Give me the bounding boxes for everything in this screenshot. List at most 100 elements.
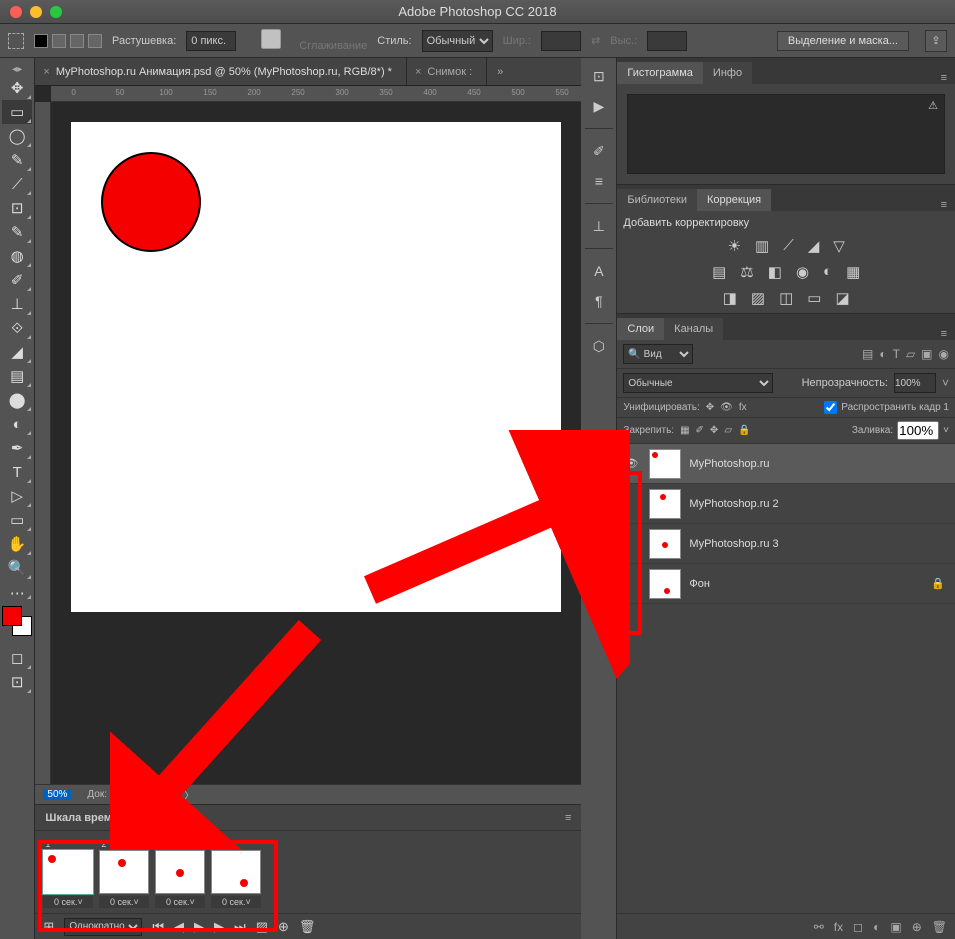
filter-shape-icon[interactable]: ▱	[906, 347, 915, 361]
tab-histogram[interactable]: Гистограмма	[617, 62, 703, 84]
timeline-frame[interactable]: 2 0 сек.˅	[99, 839, 149, 908]
color-lookup-icon[interactable]: ▦	[846, 263, 860, 281]
layer-row[interactable]: MyPhotoshop.ru 3	[617, 524, 955, 564]
color-balance-icon[interactable]: ⚖	[740, 263, 753, 281]
clone-panel-icon[interactable]: ⊥	[587, 214, 611, 238]
new-layer-icon[interactable]: ⊕	[912, 920, 922, 934]
last-frame-icon[interactable]: ⏭	[234, 919, 246, 935]
layer-filter-select[interactable]: 🔍 Вид	[623, 344, 693, 364]
brush-settings-panel-icon[interactable]: ≡	[587, 169, 611, 193]
vibrance-icon[interactable]: ▽	[833, 237, 845, 255]
filter-smart-icon[interactable]: ▣	[921, 347, 932, 361]
delete-layer-icon[interactable]: 🗑	[932, 920, 947, 934]
layer-row[interactable]: MyPhotoshop.ru 2	[617, 484, 955, 524]
hand-tool[interactable]: ✋	[2, 532, 32, 556]
filter-pixel-icon[interactable]: ▤	[862, 347, 873, 361]
play-icon[interactable]: ▶	[194, 919, 204, 935]
frame-duration[interactable]: 0 сек.˅	[99, 896, 149, 908]
lasso-tool[interactable]: ◯	[2, 124, 32, 148]
selection-new-icon[interactable]	[34, 34, 48, 48]
character-panel-icon[interactable]: A	[587, 259, 611, 283]
selection-add-icon[interactable]	[52, 34, 66, 48]
tabs-overflow-icon[interactable]: »	[487, 66, 513, 78]
new-group-icon[interactable]: ▣	[890, 920, 901, 934]
gradient-map-icon[interactable]: ▭	[807, 289, 821, 307]
brush-tool[interactable]: ✐	[2, 268, 32, 292]
canvas-viewport[interactable]	[51, 102, 581, 784]
invert-icon[interactable]: ◨	[723, 289, 737, 307]
channel-mixer-icon[interactable]: ◐	[823, 263, 832, 281]
opacity-input[interactable]	[894, 373, 936, 393]
select-and-mask-button[interactable]: Выделение и маска...	[777, 31, 909, 51]
panel-menu-icon[interactable]: ≡	[941, 328, 955, 340]
delete-frame-icon[interactable]: 🗑	[299, 919, 316, 935]
exposure-icon[interactable]: ◢	[808, 237, 820, 255]
quick-select-tool[interactable]: ✎	[2, 148, 32, 172]
link-layers-icon[interactable]: ⚯	[814, 920, 824, 934]
layer-fx-icon[interactable]: fx	[834, 920, 843, 934]
tab-info[interactable]: Инфо	[703, 62, 752, 84]
blur-tool[interactable]: ⬤	[2, 388, 32, 412]
path-select-tool[interactable]: ▷	[2, 484, 32, 508]
screenmode-icon[interactable]: ⊡	[2, 670, 32, 694]
shape-tool[interactable]: ▭	[2, 508, 32, 532]
frame-thumbnail[interactable]	[155, 850, 205, 894]
first-frame-icon[interactable]: ⏮	[152, 919, 164, 935]
blend-mode-select[interactable]: Обычные	[623, 373, 773, 393]
paragraph-panel-icon[interactable]: ¶	[587, 289, 611, 313]
layer-row[interactable]: 👁 MyPhotoshop.ru	[617, 444, 955, 484]
eyedropper-tool[interactable]: ✎	[2, 220, 32, 244]
frame-duration[interactable]: 0 сек.˅	[155, 896, 205, 908]
propagate-checkbox[interactable]	[824, 401, 837, 414]
lock-pixels-icon[interactable]: ✐	[696, 425, 704, 436]
color-swatches[interactable]	[2, 606, 32, 636]
unify-visibility-icon[interactable]: 👁	[720, 402, 733, 413]
unify-position-icon[interactable]: ✥	[706, 402, 714, 413]
brightness-icon[interactable]: ☀	[728, 237, 741, 255]
layer-mask-icon[interactable]: ◻	[853, 920, 863, 934]
zoom-level[interactable]: 50%	[43, 789, 71, 800]
panel-collapse-icon[interactable]: ◂▸	[0, 62, 34, 76]
bw-icon[interactable]: ◧	[768, 263, 782, 281]
pen-tool[interactable]: ✒	[2, 436, 32, 460]
layer-name[interactable]: MyPhotoshop.ru 3	[689, 538, 778, 550]
foreground-color[interactable]	[2, 606, 22, 626]
frame-tool[interactable]: ⊡	[2, 196, 32, 220]
timeline-menu-icon[interactable]: ≡	[565, 812, 571, 824]
status-more-icon[interactable]: 〉	[184, 787, 194, 802]
posterize-icon[interactable]: ▨	[751, 289, 765, 307]
feather-input[interactable]	[186, 31, 236, 51]
lock-artboard-icon[interactable]: ▱	[724, 425, 732, 436]
hue-icon[interactable]: ▤	[712, 263, 726, 281]
timeline-frame[interactable]: 1 0 сек.˅	[43, 839, 93, 908]
edit-toolbar-icon[interactable]: ⋯	[2, 586, 32, 600]
levels-icon[interactable]: ▥	[755, 237, 769, 255]
layer-thumbnail[interactable]	[649, 529, 681, 559]
lock-transparency-icon[interactable]: ▦	[680, 425, 689, 436]
layer-name[interactable]: MyPhotoshop.ru 2	[689, 498, 778, 510]
tween-icon[interactable]: ▨	[256, 919, 268, 935]
dodge-tool[interactable]: ◐	[2, 412, 32, 436]
threshold-icon[interactable]: ◫	[779, 289, 793, 307]
unify-style-icon[interactable]: fx	[739, 402, 747, 413]
style-select[interactable]: Обычный	[422, 30, 493, 52]
filter-type-icon[interactable]: T	[893, 347, 900, 361]
document-tab-active[interactable]: × MyPhotoshop.ru Анимация.psd @ 50% (MyP…	[35, 58, 407, 85]
loop-select[interactable]: Однократно	[64, 918, 142, 936]
zoom-tool[interactable]: 🔍	[2, 556, 32, 580]
selective-color-icon[interactable]: ◪	[835, 289, 849, 307]
fill-input[interactable]	[897, 421, 939, 440]
layer-row[interactable]: Фон 🔒	[617, 564, 955, 604]
panel-menu-icon[interactable]: ≡	[941, 72, 955, 84]
frame-thumbnail[interactable]	[99, 850, 149, 894]
layer-thumbnail[interactable]	[649, 569, 681, 599]
timeline-frame[interactable]: 4 0 сек.˅	[211, 839, 261, 908]
tab-libraries[interactable]: Библиотеки	[617, 189, 697, 211]
frame-duration[interactable]: 0 сек.˅	[211, 896, 261, 908]
history-panel-icon[interactable]: ⊡	[587, 64, 611, 88]
timeline-convert-icon[interactable]: ⊞	[43, 919, 54, 935]
layer-thumbnail[interactable]	[649, 449, 681, 479]
new-frame-icon[interactable]: ⊕	[278, 919, 289, 935]
tab-layers[interactable]: Слои	[617, 318, 664, 340]
layer-thumbnail[interactable]	[649, 489, 681, 519]
